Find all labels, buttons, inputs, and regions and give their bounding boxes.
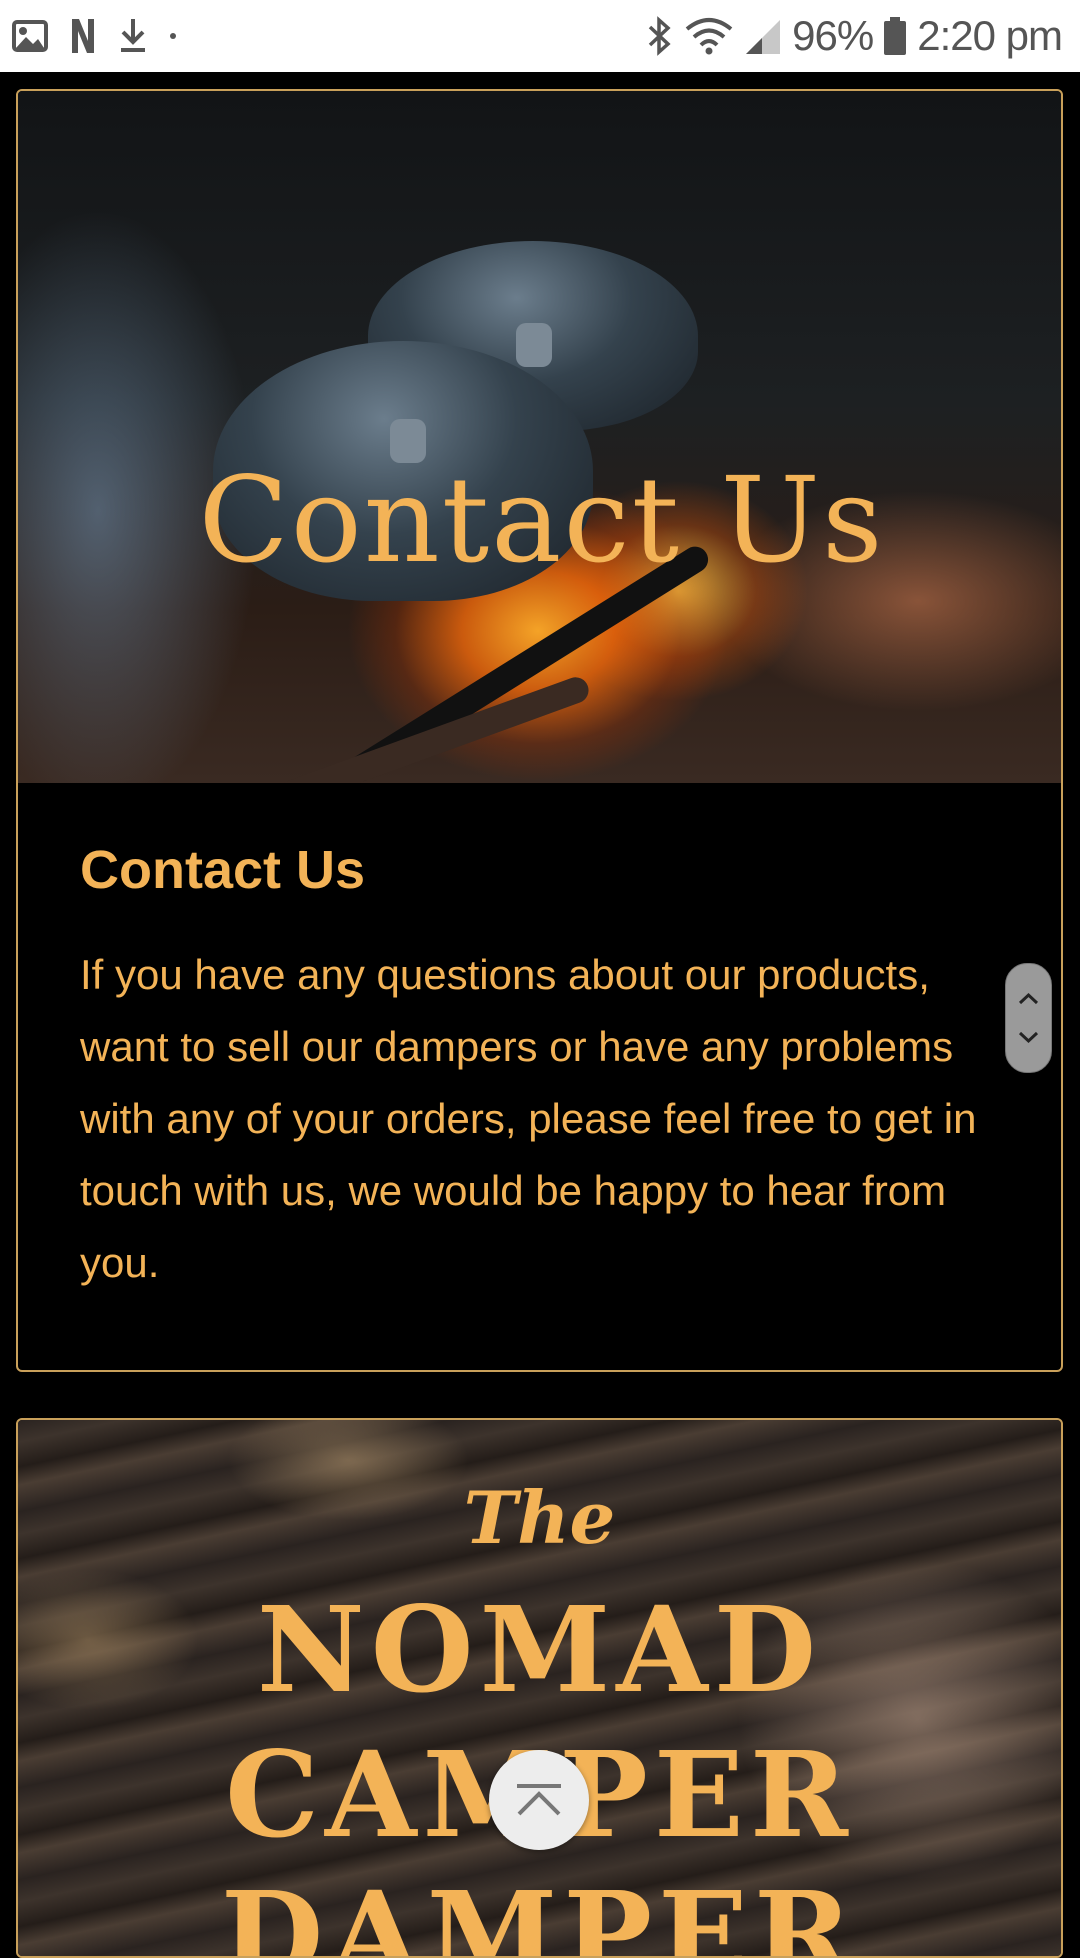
logo-card: The NOMAD CAMPER DAMPER	[16, 1418, 1063, 1958]
image-icon	[12, 20, 48, 52]
contact-card: Contact Us Contact Us If you have any qu…	[16, 89, 1063, 1372]
download-icon	[121, 19, 145, 52]
dot-icon	[170, 33, 176, 39]
status-bar-notifications	[12, 14, 176, 58]
logo-the: The	[463, 1475, 616, 1560]
logo-line-nomad: NOMAD	[256, 1580, 823, 1719]
wifi-icon	[685, 18, 733, 55]
bluetooth-icon	[648, 16, 671, 56]
status-bar-system: 96% 2:20 pm	[644, 8, 1063, 64]
chevron-down-icon[interactable]	[1006, 1024, 1051, 1050]
clock: 2:20 pm	[917, 12, 1063, 59]
chevron-up-icon[interactable]	[1006, 986, 1051, 1012]
n-app-icon	[72, 19, 94, 53]
section-heading: Contact Us	[80, 840, 366, 900]
battery-icon	[884, 17, 907, 55]
card-body: Contact Us If you have any questions abo…	[18, 783, 1061, 1299]
signal-icon	[746, 20, 781, 54]
back-to-top-button[interactable]	[489, 1750, 589, 1850]
pot-knob-graphic	[516, 323, 552, 367]
scroll-control[interactable]	[1005, 963, 1052, 1073]
section-text: If you have any questions about our prod…	[80, 951, 977, 1286]
logo-line-damper: DAMPER	[220, 1865, 859, 1958]
battery-percent: 96%	[792, 12, 874, 59]
hero-image: Contact Us	[18, 91, 1061, 783]
status-bar: 96% 2:20 pm	[0, 0, 1080, 72]
back-to-top-icon	[517, 1784, 561, 1816]
hero-title: Contact Us	[198, 451, 885, 589]
